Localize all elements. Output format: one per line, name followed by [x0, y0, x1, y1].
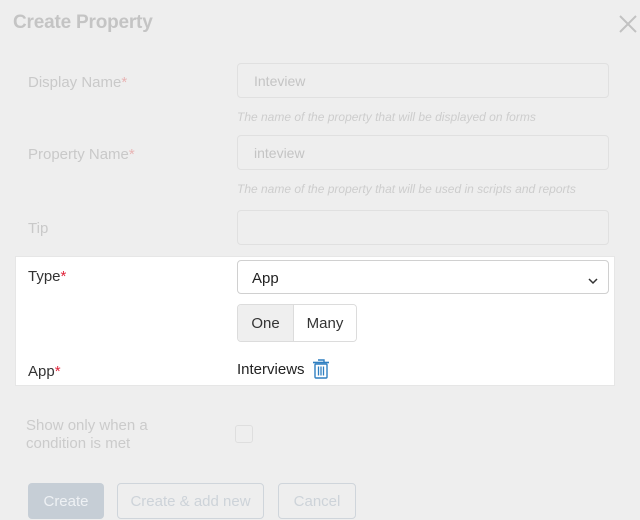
close-icon[interactable] — [618, 14, 638, 34]
condition-checkbox[interactable] — [235, 425, 253, 443]
type-label: Type* — [28, 268, 66, 285]
tip-input[interactable] — [237, 210, 609, 245]
create-add-new-button[interactable]: Create & add new — [117, 483, 264, 519]
required-mark: * — [54, 363, 61, 380]
property-name-label: Property Name* — [28, 146, 135, 163]
tip-label: Tip — [28, 220, 49, 237]
app-value: Interviews — [237, 361, 305, 378]
display-name-hint: The name of the property that will be di… — [237, 110, 536, 124]
display-name-label-text: Display Name — [28, 74, 122, 91]
required-mark: * — [121, 74, 128, 91]
property-name-input[interactable]: inteview — [237, 135, 609, 170]
condition-label: Show only when a condition is met — [26, 417, 148, 452]
property-name-hint: The name of the property that will be us… — [237, 182, 576, 196]
cardinality-toggle: One Many — [237, 304, 357, 342]
type-select[interactable]: App — [237, 260, 609, 294]
type-select-value: App — [252, 270, 279, 287]
cardinality-one[interactable]: One — [238, 305, 294, 341]
display-name-input[interactable]: Inteview — [237, 63, 609, 98]
cancel-button[interactable]: Cancel — [278, 483, 356, 519]
required-mark: * — [128, 146, 135, 163]
trash-icon[interactable] — [312, 358, 330, 379]
dialog-title: Create Property — [13, 12, 153, 33]
app-label: App* — [28, 363, 61, 380]
type-panel: Type* App One Many App* Interviews — [15, 256, 615, 386]
display-name-label: Display Name* — [28, 74, 127, 91]
required-mark: * — [60, 268, 67, 285]
create-button[interactable]: Create — [28, 483, 104, 519]
chevron-down-icon — [588, 272, 598, 285]
property-name-label-text: Property Name — [28, 146, 129, 163]
app-label-text: App — [28, 363, 55, 380]
cardinality-many[interactable]: Many — [294, 305, 356, 341]
type-label-text: Type — [28, 268, 61, 285]
